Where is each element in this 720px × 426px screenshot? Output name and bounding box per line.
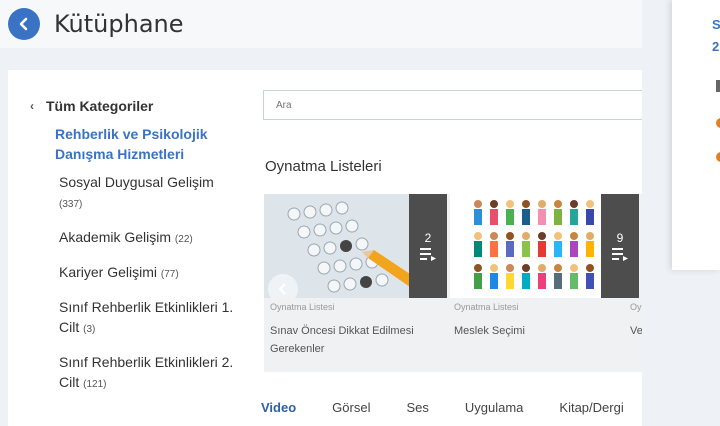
category-item[interactable]: Kariyer Gelişimi (77) — [59, 262, 240, 285]
panel-heading-line2: 2 — [712, 39, 720, 54]
playlist-count-badge: 2 — [409, 194, 447, 298]
category-list: Sosyal Duygusal Gelişim (337) Akademik G… — [59, 172, 240, 395]
status-dot-icon — [716, 152, 720, 162]
category-label: Sosyal Duygusal Gelişim — [59, 174, 214, 190]
category-count: (337) — [59, 199, 83, 210]
tab-visual[interactable]: Görsel — [332, 400, 370, 415]
back-button[interactable] — [8, 8, 40, 40]
card-title: Sınav Öncesi Dikkat Edilmesi Gerekenler — [270, 325, 414, 355]
card-title: Verimli ders n — [630, 325, 642, 337]
playlist-icon — [612, 248, 628, 261]
tab-audio[interactable]: Ses — [406, 400, 428, 415]
playlist-count-badge: 9 — [601, 194, 639, 298]
library-content: ‹ Tüm Kategoriler Rehberlik ve Psikoloji… — [8, 70, 642, 426]
chevron-left-icon — [278, 283, 286, 295]
playlist-card[interactable]: 2 Oynatma Listesi Sınav Öncesi Dikkat Ed… — [264, 194, 447, 372]
category-label: Akademik Gelişim — [59, 229, 172, 245]
top-bar: Kütüphane — [0, 0, 642, 48]
category-item[interactable]: Sınıf Rehberlik Etkinlikleri 1. Cilt (3) — [59, 297, 240, 340]
card-type: Oynatma Listesi — [270, 302, 335, 312]
playlist-icon — [420, 248, 436, 261]
category-item[interactable]: Sosyal Duygusal Gelişim (337) — [59, 172, 240, 215]
chevron-left-icon — [19, 17, 28, 31]
panel-heading-line1: S — [712, 17, 720, 32]
category-count: (22) — [174, 234, 193, 245]
all-categories-label: Tüm Kategoriler — [46, 98, 154, 114]
category-item[interactable]: Akademik Gelişim (22) — [59, 227, 240, 250]
info-icon — [716, 80, 720, 92]
category-count: (3) — [83, 324, 96, 335]
side-detail-panel: S 2 — [672, 0, 720, 270]
tab-application[interactable]: Uygulama — [465, 400, 524, 415]
playlists-heading: Oynatma Listeleri — [265, 158, 382, 175]
card-title: Meslek Seçimi — [454, 325, 525, 337]
playlist-count: 9 — [616, 231, 624, 245]
tab-book-magazine[interactable]: Kitap/Dergi — [559, 400, 623, 415]
card-type: Oynatma Listesi — [630, 302, 642, 312]
media-tabs: Video Görsel Ses Uygulama Kitap/Dergi — [261, 400, 660, 415]
category-count: (77) — [160, 269, 179, 280]
category-count: (121) — [83, 379, 107, 390]
card-type: Oynatma Listesi — [454, 302, 519, 312]
search-input[interactable] — [263, 90, 642, 120]
status-dot-icon — [716, 118, 720, 128]
page-title: Kütüphane — [54, 10, 184, 38]
playlist-carousel: 2 Oynatma Listesi Sınav Öncesi Dikkat Ed… — [264, 194, 642, 372]
playlist-card[interactable]: 9 Oynatma Listesi Meslek Seçimi — [450, 194, 639, 372]
active-category[interactable]: Rehberlik ve Psikolojik Danışma Hizmetle… — [55, 124, 240, 164]
tab-video[interactable]: Video — [261, 400, 296, 415]
all-categories-link[interactable]: ‹ Tüm Kategoriler — [30, 98, 240, 114]
playlist-thumbnail: 9 — [450, 194, 639, 298]
playlist-thumbnail: 2 — [264, 194, 447, 298]
category-sidebar: ‹ Tüm Kategoriler Rehberlik ve Psikoloji… — [30, 98, 240, 407]
chevron-left-icon: ‹ — [30, 99, 34, 113]
playlist-count: 2 — [424, 231, 432, 245]
carousel-prev-button[interactable] — [268, 274, 298, 298]
category-item[interactable]: Sınıf Rehberlik Etkinlikleri 2. Cilt (12… — [59, 352, 240, 395]
category-label: Kariyer Gelişimi — [59, 264, 158, 280]
